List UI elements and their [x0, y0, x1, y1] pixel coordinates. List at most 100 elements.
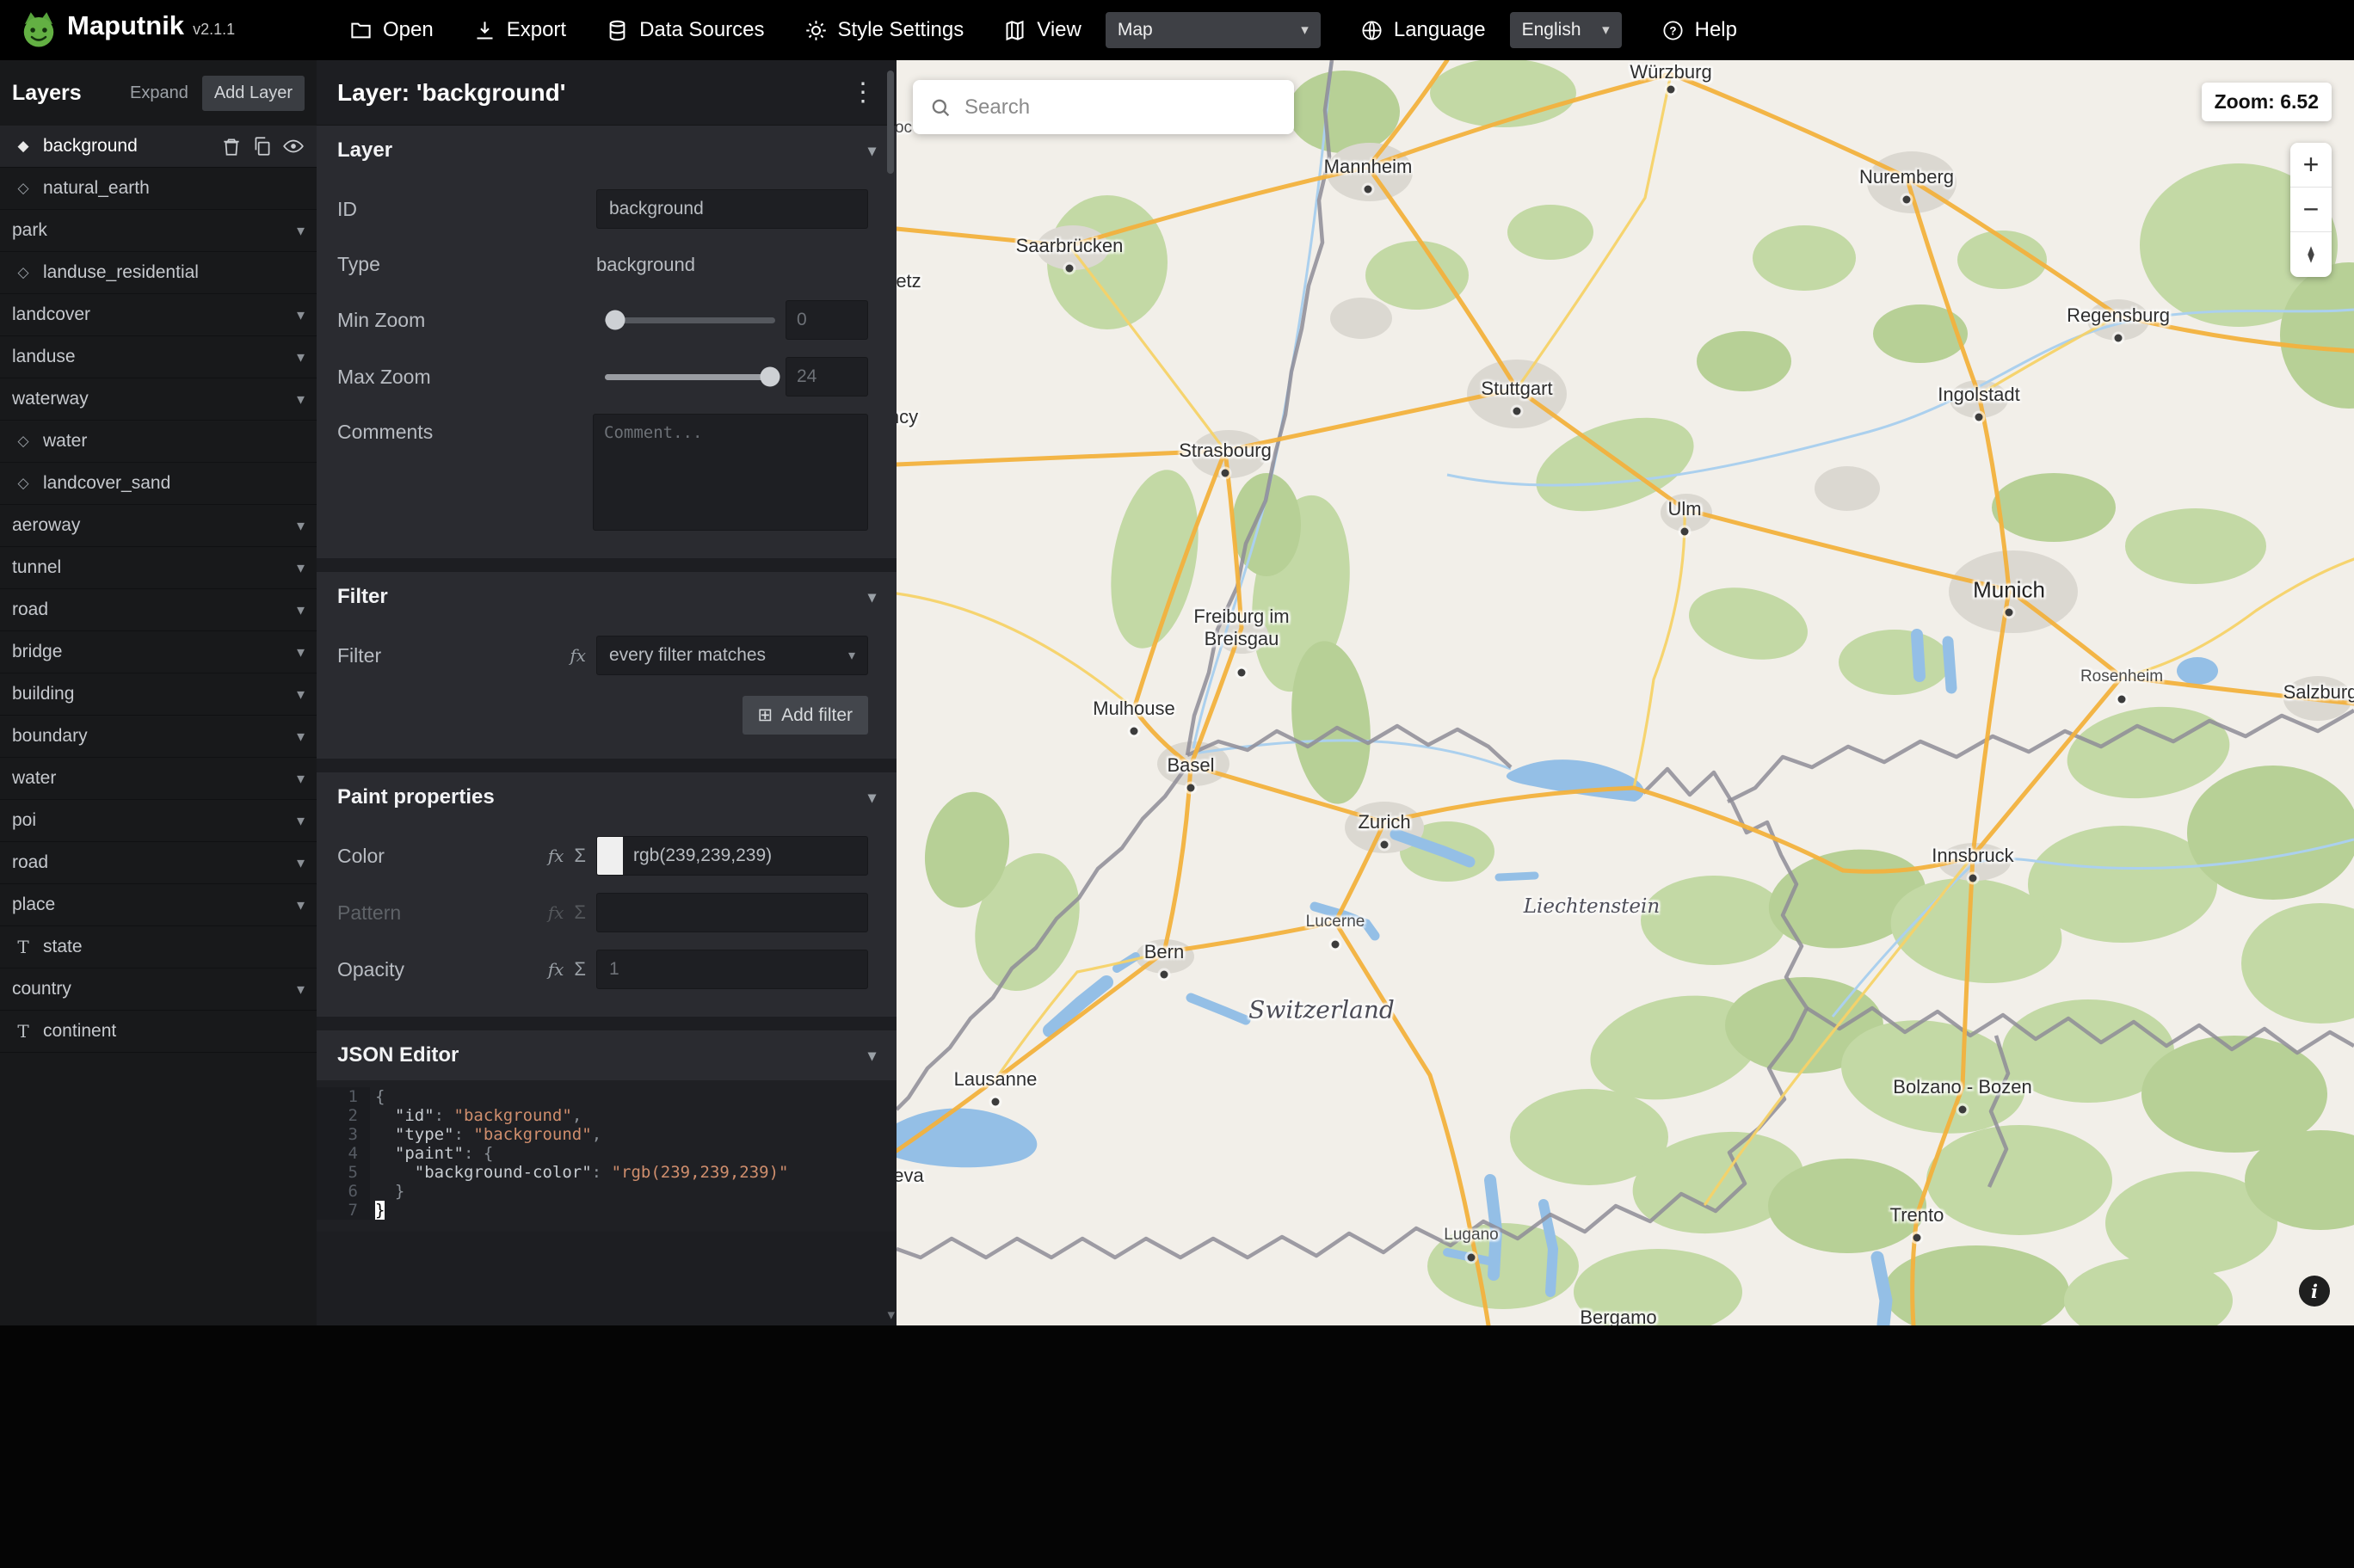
- chevron-down-icon: ▾: [296, 347, 305, 366]
- layer-item-label: country: [12, 979, 71, 999]
- layer-item-landuse[interactable]: landuse ▾: [0, 336, 317, 378]
- help-icon: ?: [1663, 20, 1683, 40]
- section-paint-header[interactable]: Paint properties ▾: [317, 772, 897, 822]
- open-label: Open: [383, 18, 434, 41]
- chevron-down-icon: ▾: [1602, 22, 1610, 38]
- zoom-function-icon: Σ: [574, 901, 586, 923]
- editor-scrollbar[interactable]: [887, 71, 894, 174]
- data-sources-button[interactable]: Data Sources: [606, 18, 765, 42]
- add-filter-label: Add filter: [781, 704, 853, 725]
- color-input[interactable]: [623, 845, 867, 866]
- opacity-label: Opacity: [337, 957, 404, 981]
- layer-options-menu-icon[interactable]: ⋮: [850, 77, 876, 108]
- layer-item-water[interactable]: ◇ water: [0, 421, 317, 463]
- layer-item-country[interactable]: country ▾: [0, 968, 317, 1011]
- maputnik-logo-icon: [23, 12, 54, 47]
- layer-item-continent[interactable]: Tcontinent: [0, 1011, 317, 1053]
- duplicate-layer-icon[interactable]: [251, 135, 274, 157]
- chevron-down-icon: ▾: [296, 727, 305, 745]
- layer-item-state[interactable]: Tstate: [0, 926, 317, 968]
- section-filter-header[interactable]: Filter ▾: [317, 572, 897, 622]
- expression-icon[interactable]: fx: [570, 645, 586, 666]
- max-zoom-input[interactable]: [786, 357, 868, 397]
- view-select[interactable]: Map ▾: [1105, 12, 1321, 48]
- zoom-in-button[interactable]: +: [2290, 143, 2332, 188]
- zoom-function-icon[interactable]: Σ: [574, 845, 586, 867]
- search-input[interactable]: [964, 95, 1279, 120]
- view-button[interactable]: View: [1003, 18, 1081, 42]
- layer-item-place[interactable]: place ▾: [0, 884, 317, 926]
- language-select[interactable]: English ▾: [1509, 12, 1622, 48]
- fill-layer-icon: ◇: [17, 475, 29, 491]
- layer-item-water[interactable]: water ▾: [0, 758, 317, 800]
- fill-layer-icon: ◇: [17, 433, 29, 449]
- chevron-down-icon: ▾: [296, 390, 305, 408]
- section-layer: Layer ▾ ID Type background Min Zoo: [317, 126, 897, 558]
- layer-item-landcover_sand[interactable]: ◇ landcover_sand: [0, 463, 317, 505]
- layer-item-bridge[interactable]: bridge ▾: [0, 631, 317, 673]
- chevron-down-icon: ▾: [847, 649, 855, 663]
- view-select-value: Map: [1117, 20, 1153, 40]
- min-zoom-slider[interactable]: [605, 310, 775, 330]
- layer-item-road[interactable]: road ▾: [0, 842, 317, 884]
- layer-item-building[interactable]: building ▾: [0, 673, 317, 716]
- expression-icon[interactable]: fx: [548, 959, 564, 980]
- comments-textarea[interactable]: [593, 414, 868, 531]
- section-paint-title: Paint properties: [337, 785, 495, 809]
- delete-layer-icon[interactable]: [220, 135, 243, 157]
- layer-item-road[interactable]: road ▾: [0, 589, 317, 631]
- language-select-value: English: [1521, 20, 1581, 40]
- line-number: 3: [317, 1125, 370, 1144]
- add-filter-button[interactable]: ⊞ Add filter: [742, 696, 868, 735]
- expand-button[interactable]: Expand: [130, 83, 188, 103]
- zoom-out-button[interactable]: −: [2290, 188, 2332, 232]
- fill-layer-icon: ◇: [17, 264, 29, 280]
- layer-item-label: natural_earth: [43, 178, 150, 198]
- filter-combinator-select[interactable]: every filter matches ▾: [596, 636, 868, 675]
- layer-item-landcover[interactable]: landcover ▾: [0, 294, 317, 336]
- max-zoom-slider[interactable]: [605, 366, 780, 387]
- color-label: Color: [337, 844, 385, 867]
- attribution-button[interactable]: i: [2299, 1276, 2330, 1307]
- help-button[interactable]: ? Help: [1661, 18, 1737, 42]
- toggle-visibility-icon[interactable]: [282, 135, 305, 157]
- json-code[interactable]: 1{2 "id": "background", 3 "type": "backgr…: [317, 1080, 897, 1232]
- layer-item-background[interactable]: ◆ background: [0, 126, 317, 168]
- zoom-function-icon[interactable]: Σ: [574, 958, 586, 981]
- chevron-down-icon: ▾: [296, 685, 305, 703]
- language-button[interactable]: Language: [1360, 18, 1486, 42]
- expression-icon: fx: [547, 902, 564, 923]
- pattern-input[interactable]: [596, 893, 868, 932]
- layer-item-waterway[interactable]: waterway ▾: [0, 378, 317, 421]
- layer-item-poi[interactable]: poi ▾: [0, 800, 317, 842]
- layer-item-park[interactable]: park ▾: [0, 210, 317, 252]
- search-box[interactable]: [913, 80, 1294, 134]
- layer-item-boundary[interactable]: boundary ▾: [0, 716, 317, 758]
- brand[interactable]: Maputnik v2.1.1: [19, 10, 336, 50]
- export-button[interactable]: Export: [473, 18, 566, 42]
- add-layer-button[interactable]: Add Layer: [201, 75, 305, 111]
- color-swatch[interactable]: [597, 837, 623, 875]
- id-input[interactable]: [596, 189, 868, 229]
- style-settings-label: Style Settings: [837, 18, 964, 41]
- map-canvas[interactable]: Würzburg Mannheim Nuremberg Saarbrücken Rege…: [897, 60, 2354, 1325]
- layer-item-aeroway[interactable]: aeroway ▾: [0, 505, 317, 547]
- forest-areas: [924, 60, 2354, 1325]
- section-json-header[interactable]: JSON Editor ▾: [317, 1030, 897, 1080]
- opacity-input[interactable]: [596, 950, 868, 989]
- layer-item-natural_earth[interactable]: ◇ natural_earth: [0, 168, 317, 210]
- view-label: View: [1037, 18, 1081, 41]
- min-zoom-input[interactable]: [786, 300, 868, 340]
- style-settings-button[interactable]: Style Settings: [804, 18, 964, 42]
- open-button[interactable]: Open: [349, 18, 434, 42]
- line-number: 1: [317, 1087, 370, 1106]
- layer-item-label: bridge: [12, 642, 63, 661]
- expression-icon[interactable]: fx: [548, 845, 564, 866]
- section-layer-header[interactable]: Layer ▾: [317, 126, 897, 175]
- section-json-title: JSON Editor: [337, 1043, 459, 1067]
- layer-item-landuse_residential[interactable]: ◇ landuse_residential: [0, 252, 317, 294]
- scroll-down-icon[interactable]: ▾: [887, 1307, 895, 1324]
- compass-button[interactable]: [2290, 232, 2332, 277]
- layer-item-tunnel[interactable]: tunnel ▾: [0, 547, 317, 589]
- zoom-indicator: Zoom: 6.52: [2201, 83, 2332, 121]
